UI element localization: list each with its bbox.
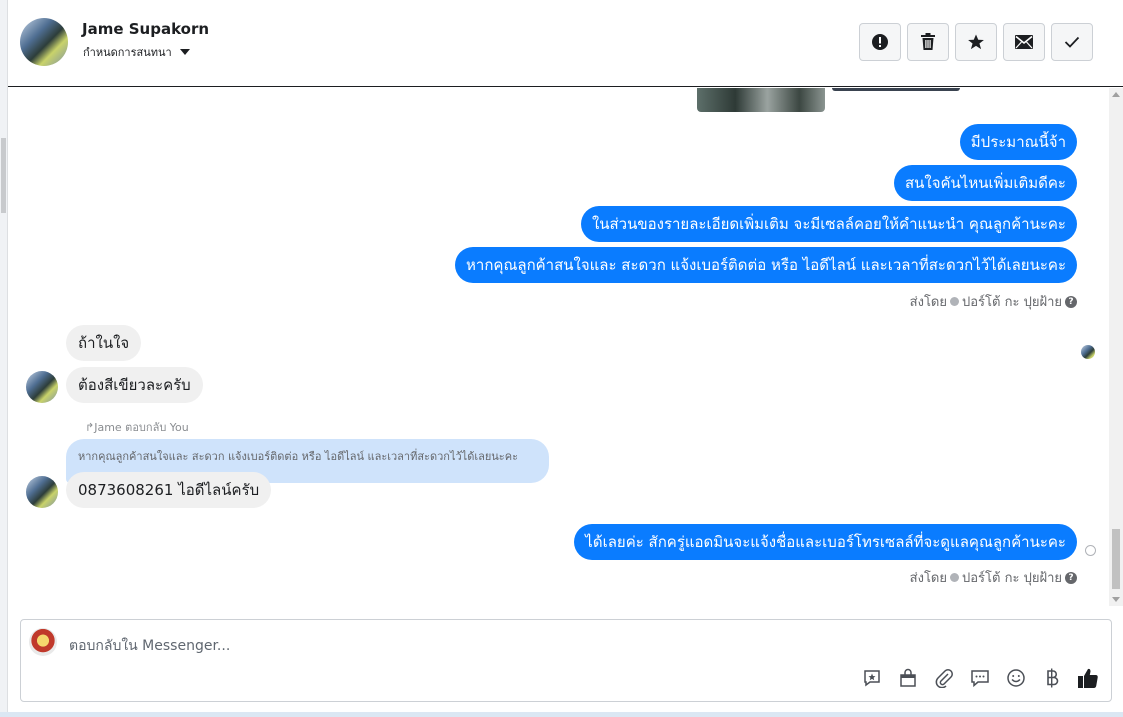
verified-icon [950, 573, 959, 582]
message-text: มีประมาณนี้จ้า [970, 133, 1066, 151]
mark-done-button[interactable] [1051, 23, 1093, 61]
trash-icon [921, 33, 935, 50]
envelope-icon [1015, 35, 1033, 49]
reply-label-text: Jame ตอบกลับ You [94, 421, 189, 434]
message-text: ต้องสีเขียวละครับ [78, 376, 191, 394]
message-composer[interactable]: ตอบกลับใน Messenger... [20, 619, 1112, 702]
outgoing-message[interactable]: สนใจคันไหนเพิ่มเติมดีคะ [894, 165, 1077, 201]
header-actions [859, 23, 1093, 61]
star-button[interactable] [955, 23, 997, 61]
thread-scrollbar[interactable] [1109, 88, 1123, 606]
assign-conversation-dropdown[interactable]: กำหนดการสนทนา [83, 43, 190, 61]
sent-by-prefix: ส่งโดย [909, 295, 947, 310]
outgoing-message[interactable]: ได้เลยค่ะ สักครู่แอดมินจะแจ้งชื่อและเบอร… [574, 524, 1077, 560]
reply-input[interactable]: ตอบกลับใน Messenger... [69, 635, 230, 657]
sender-name: ปอร์โต้ กะ ปุยฝ้าย [962, 571, 1062, 586]
star-icon [968, 34, 984, 50]
reply-arrow-icon: ↱ [85, 421, 95, 434]
thread-scrollbar-thumb[interactable] [1112, 529, 1120, 589]
message-text: สนใจคันไหนเพิ่มเติมดีคะ [905, 174, 1066, 192]
scroll-up-icon[interactable] [1112, 92, 1120, 97]
conversation-header: Jame Supakorn กำหนดการสนทนา [8, 0, 1123, 87]
incoming-message[interactable]: ถ้าในใจ [66, 325, 142, 361]
chat-bubble-icon[interactable] [969, 667, 991, 689]
help-icon[interactable]: ? [1065, 571, 1077, 584]
message-text: 0873608261 ไอดีไลน์ครับ [78, 481, 260, 499]
message-text: ในส่วนของรายละเอียดเพิ่มเติม จะมีเซลล์คอ… [591, 215, 1066, 233]
shop-icon[interactable] [897, 667, 919, 689]
sent-by-label: ส่งโดย ปอร์โต้ กะ ปุยฝ้าย ? [910, 567, 1077, 588]
contact-avatar-small[interactable] [26, 371, 58, 403]
sent-by-label: ส่งโดย ปอร์โต้ กะ ปุยฝ้าย ? [910, 291, 1077, 312]
alert-icon [872, 34, 888, 50]
sender-name: ปอร์โต้ กะ ปุยฝ้าย [962, 295, 1062, 310]
outgoing-message[interactable]: ในส่วนของรายละเอียดเพิ่มเติม จะมีเซลล์คอ… [580, 206, 1077, 242]
left-scrollbar[interactable] [0, 0, 8, 717]
contact-avatar-small[interactable] [26, 476, 58, 508]
incoming-message[interactable]: 0873608261 ไอดีไลน์ครับ [66, 472, 272, 508]
quoted-text: หากคุณลูกค้าสนใจและ สะดวก แจ้งเบอร์ติดต่… [78, 450, 518, 463]
help-icon[interactable]: ? [1065, 295, 1077, 308]
incoming-message[interactable]: ต้องสีเขียวละครับ [66, 367, 203, 403]
contact-name[interactable]: Jame Supakorn [82, 20, 209, 38]
verified-icon [950, 297, 959, 306]
message-text: ถ้าในใจ [78, 334, 130, 352]
delivered-check-icon [1085, 545, 1096, 556]
composer-toolbar [861, 667, 1099, 689]
mark-unread-button[interactable] [1003, 23, 1045, 61]
sent-by-prefix: ส่งโดย [909, 571, 947, 586]
attachment-icon[interactable] [933, 667, 955, 689]
check-icon [1064, 36, 1080, 48]
assign-conversation-label: กำหนดการสนทนา [83, 46, 172, 59]
image-attachment[interactable] [832, 88, 960, 91]
outgoing-message[interactable]: หากคุณลูกค้าสนใจและ สะดวก แจ้งเบอร์ติดต่… [455, 247, 1077, 283]
baht-icon[interactable] [1041, 667, 1063, 689]
like-icon[interactable] [1077, 667, 1099, 689]
bottom-edge [0, 712, 1123, 717]
messenger-inbox-window: Jame Supakorn กำหนดการสนทนา มีประมาณนี้จ… [0, 0, 1123, 717]
saved-reply-icon[interactable] [861, 667, 883, 689]
message-text: หากคุณลูกค้าสนใจและ สะดวก แจ้งเบอร์ติดต่… [466, 256, 1066, 274]
delete-button[interactable] [907, 23, 949, 61]
scroll-down-icon[interactable] [1112, 597, 1120, 602]
car-image-attachment[interactable] [697, 88, 825, 112]
message-thread[interactable]: มีประมาณนี้จ้า สนใจคันไหนเพิ่มเติมดีคะ ใ… [8, 88, 1123, 606]
page-avatar [29, 628, 57, 656]
message-text: ได้เลยค่ะ สักครู่แอดมินจะแจ้งชื่อและเบอร… [585, 533, 1066, 551]
left-scrollbar-thumb[interactable] [1, 138, 6, 213]
caret-down-icon [179, 49, 190, 55]
outgoing-message[interactable]: มีประมาณนี้จ้า [959, 124, 1077, 160]
emoji-icon[interactable] [1005, 667, 1027, 689]
seen-avatar-icon [1081, 345, 1095, 359]
reply-indicator: ↱Jame ตอบกลับ You [85, 418, 189, 436]
mark-spam-button[interactable] [859, 23, 901, 61]
contact-avatar[interactable] [20, 18, 68, 66]
